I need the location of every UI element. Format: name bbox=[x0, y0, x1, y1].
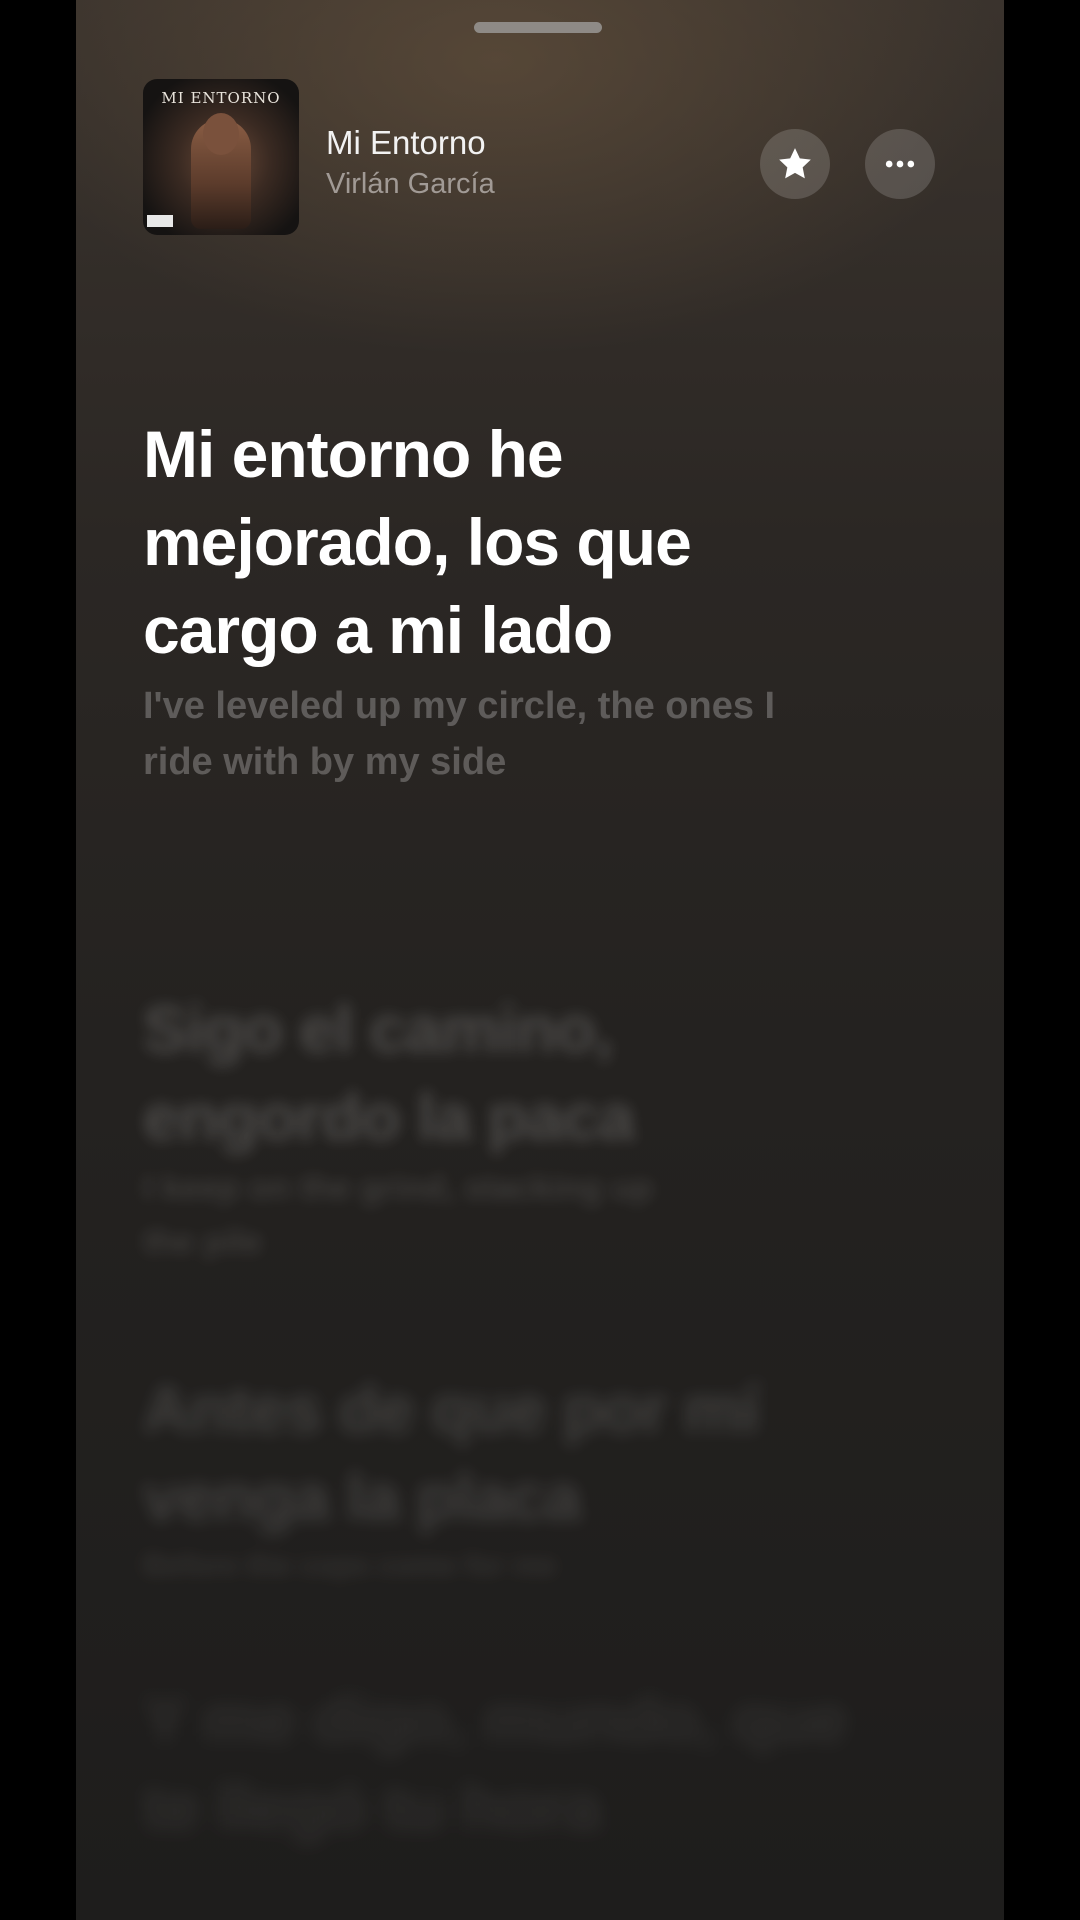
more-button[interactable] bbox=[865, 129, 935, 199]
lyric-line-current[interactable]: Mi entorno he mejorado, los que cargo a … bbox=[143, 410, 913, 790]
lyric-text: Y me digo, mundo, que te llegó tu hora bbox=[143, 1682, 848, 1844]
lyric-text: Antes de que por mí venga la placa bbox=[143, 1372, 759, 1534]
lyric-text: Mi entorno he mejorado, los que cargo a … bbox=[143, 417, 692, 667]
artwork-title: MI ENTORNO bbox=[161, 89, 281, 107]
lyric-line-upcoming[interactable]: Y me digo, mundo, que te llegó tu hora bbox=[143, 1675, 913, 1851]
track-title[interactable]: Mi Entorno bbox=[326, 124, 486, 162]
lyric-translation: Before the cops come for me bbox=[143, 1549, 557, 1582]
lyric-line-upcoming[interactable]: Antes de que por mí venga la placa Befor… bbox=[143, 1365, 913, 1591]
lyric-translation: I've leveled up my circle, the ones I ri… bbox=[143, 685, 776, 783]
album-artwork[interactable]: MI ENTORNO bbox=[143, 79, 299, 235]
sheet-grabber[interactable] bbox=[474, 22, 602, 33]
explicit-badge bbox=[147, 215, 173, 227]
lyric-text: Sigo el camino, engordo la paca bbox=[143, 992, 635, 1154]
favorite-button[interactable] bbox=[760, 129, 830, 199]
star-icon bbox=[779, 148, 811, 179]
lyrics-screen: MI ENTORNO Mi Entorno Virlán García Mi e… bbox=[76, 0, 1004, 1920]
track-artist[interactable]: Virlán García bbox=[326, 168, 495, 201]
ellipsis-icon bbox=[885, 160, 915, 168]
artwork-head bbox=[203, 113, 239, 155]
lyric-translation: I keep on the grind, stacking up the pil… bbox=[143, 1169, 654, 1261]
lyric-line-upcoming[interactable]: Sigo el camino, engordo la paca I keep o… bbox=[143, 985, 913, 1269]
